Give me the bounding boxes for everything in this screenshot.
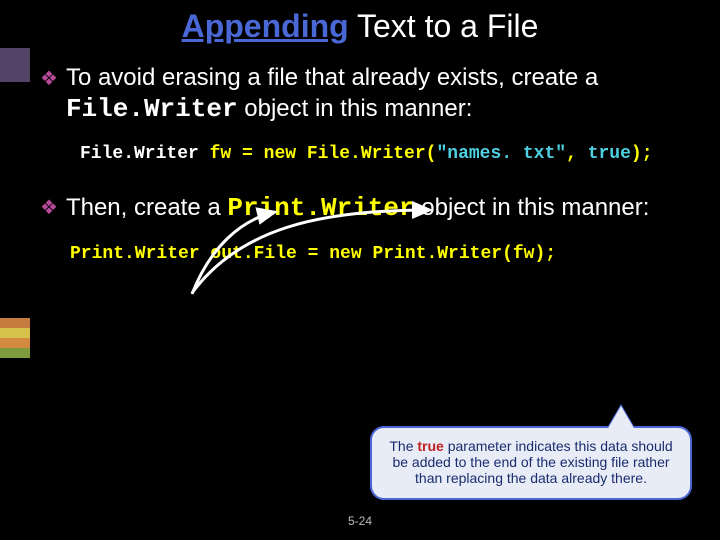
accent-bar bbox=[0, 48, 30, 82]
code-line-printwriter: Print.Writer out.File = new Print.Writer… bbox=[70, 244, 690, 264]
callout-box: The true parameter indicates this data s… bbox=[370, 426, 692, 500]
inline-code: Print.Writer bbox=[227, 193, 414, 223]
slide: Appending Text to a File ❖ To avoid eras… bbox=[0, 0, 720, 540]
title-accent-word: Appending bbox=[182, 8, 349, 44]
accent-bar bbox=[0, 348, 30, 358]
title-rest: Text to a File bbox=[349, 8, 539, 44]
bullet-text-part: To avoid erasing a file that already exi… bbox=[66, 64, 598, 91]
code-true-literal: true bbox=[588, 144, 631, 164]
diamond-icon: ❖ bbox=[40, 196, 58, 221]
inline-code: File.Writer bbox=[66, 94, 238, 124]
callout-keyword: true bbox=[417, 438, 443, 454]
accent-bar bbox=[0, 338, 30, 348]
bullet-text: Then, create a Print.Writer object in th… bbox=[66, 192, 690, 225]
bullet-text-part: Then, create a bbox=[66, 194, 227, 221]
code-token: File.Writer bbox=[80, 144, 199, 164]
callout-text: The bbox=[389, 438, 417, 454]
bullet-item: ❖ Then, create a Print.Writer object in … bbox=[40, 192, 690, 225]
bullet-text: To avoid erasing a file that already exi… bbox=[66, 63, 690, 126]
code-token: , bbox=[566, 144, 588, 164]
diamond-icon: ❖ bbox=[40, 67, 58, 92]
content-area: ❖ To avoid erasing a file that already e… bbox=[0, 45, 720, 264]
code-line-filewriter: File.Writer fw = new File.Writer("names.… bbox=[80, 144, 690, 164]
bullet-text-part: object in this manner: bbox=[415, 194, 650, 221]
accent-bar bbox=[0, 328, 30, 338]
bullet-text-part: object in this manner: bbox=[238, 95, 473, 122]
bullet-item: ❖ To avoid erasing a file that already e… bbox=[40, 63, 690, 126]
accent-bar bbox=[0, 318, 30, 328]
callout-tail-icon bbox=[607, 406, 635, 430]
code-token: ); bbox=[631, 144, 653, 164]
page-number: 5-24 bbox=[0, 514, 720, 528]
code-string-literal: "names. txt" bbox=[436, 144, 566, 164]
code-token: fw = new File.Writer( bbox=[199, 144, 437, 164]
left-accent-bars bbox=[0, 0, 30, 540]
page-title: Appending Text to a File bbox=[0, 0, 720, 45]
